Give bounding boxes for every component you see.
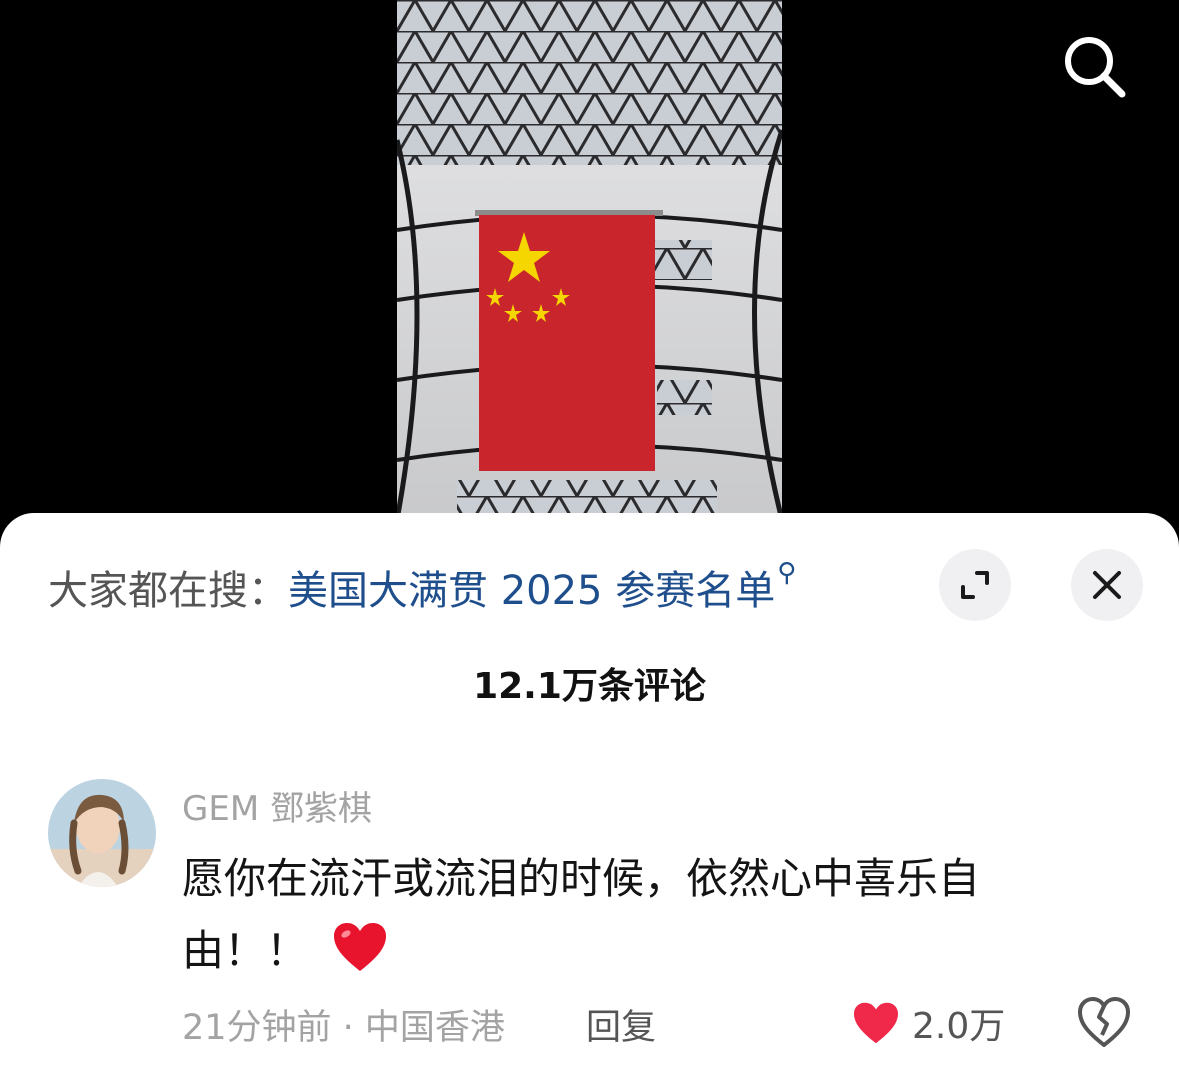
red-heart-emoji (332, 921, 388, 995)
reply-button[interactable]: 回复 (586, 999, 656, 1050)
comment-body: 愿你在流汗或流泪的时候，依然心中喜乐自由！！ (182, 843, 1062, 995)
like-count: 2.0万 (912, 1006, 1006, 1047)
broken-heart-icon (1078, 997, 1130, 1047)
search-icon[interactable] (1058, 30, 1130, 102)
close-icon (1093, 571, 1121, 599)
expand-icon (961, 571, 989, 599)
video-player[interactable] (0, 0, 1179, 540)
expand-button[interactable] (939, 549, 1011, 621)
comment-time-location: 21分钟前 · 中国香港 (182, 1008, 505, 1048)
dislike-button[interactable] (1076, 995, 1132, 1051)
hot-search-bar: 大家都在搜： 美国大满贯 2025 参赛名单 ⚲ (48, 558, 796, 616)
close-button[interactable] (1071, 549, 1143, 621)
video-still-image (397, 0, 782, 540)
like-button[interactable]: 2.0万 (852, 997, 1005, 1049)
heart-filled-icon (854, 1002, 898, 1044)
hot-search-query-link[interactable]: 美国大满贯 2025 参赛名单 (288, 558, 775, 616)
video-frame[interactable] (397, 0, 782, 540)
comment-count-title: 12.1万条评论 (473, 666, 706, 707)
small-search-icon[interactable]: ⚲ (777, 558, 796, 588)
avatar[interactable] (48, 779, 156, 887)
hot-search-prefix: 大家都在搜： (48, 568, 288, 614)
comment-username[interactable]: GEM 鄧紫棋 (182, 781, 372, 830)
comment-sheet: 大家都在搜： 美国大满贯 2025 参赛名单 ⚲ 12.1万条评论 GEM 鄧紫… (0, 513, 1179, 1080)
comment-text: 愿你在流汗或流泪的时候，依然心中喜乐自由！！ (182, 854, 981, 975)
